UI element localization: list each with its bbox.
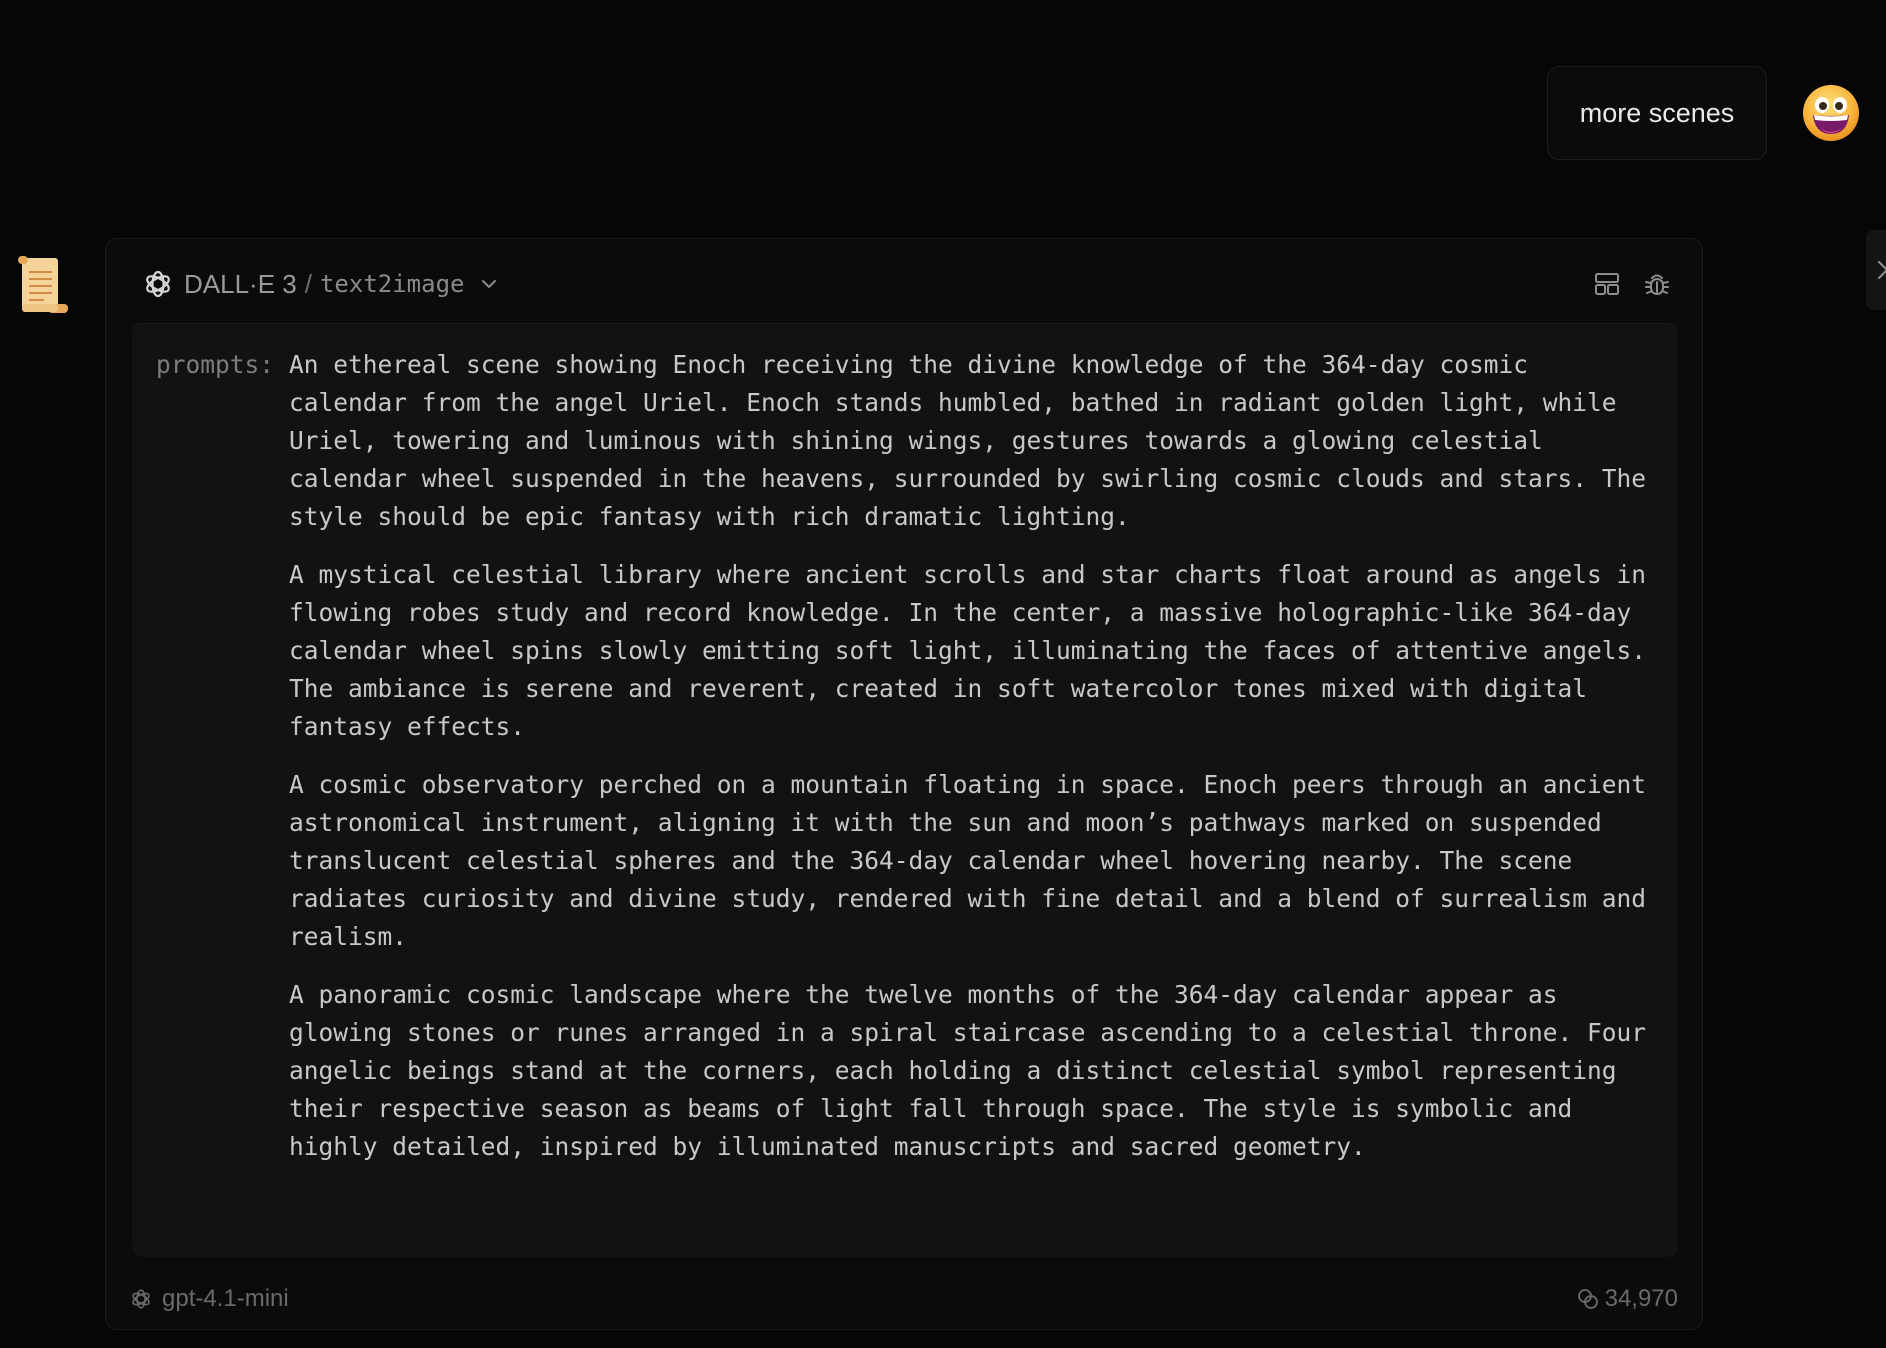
tool-call-header[interactable]: DALL·E 3 / text2image xyxy=(142,261,1672,307)
user-message-bubble: more scenes xyxy=(1547,66,1767,160)
message-footer: gpt-4.1-mini 34,970 xyxy=(130,1279,1678,1319)
prompt-item: A cosmic observatory perched on a mounta… xyxy=(289,770,1647,951)
prompt-item: A mystical celestial library where ancie… xyxy=(289,560,1647,741)
scroll-emoji-icon xyxy=(12,254,70,316)
side-panel-toggle[interactable] xyxy=(1866,230,1886,310)
layout-icon[interactable] xyxy=(1592,269,1622,299)
argument-values: An ethereal scene showing Enoch receivin… xyxy=(289,346,1654,1257)
token-coins-icon xyxy=(1577,1287,1601,1311)
prompt-item: A panoramic cosmic landscape where the t… xyxy=(289,980,1647,1161)
openai-icon xyxy=(142,268,174,300)
prompt-item: An ethereal scene showing Enoch receivin… xyxy=(289,350,1647,531)
tool-call-card: DALL·E 3 / text2image prompts: An ethere… xyxy=(105,238,1703,1330)
openai-icon xyxy=(130,1287,154,1311)
tool-call-actions xyxy=(1592,269,1672,299)
tool-title-separator: / xyxy=(304,268,312,299)
debug-bug-icon[interactable] xyxy=(1642,269,1672,299)
token-count: 34,970 xyxy=(1604,1285,1678,1312)
chevron-down-icon[interactable] xyxy=(478,273,500,295)
grinning-face-emoji-icon[interactable] xyxy=(1802,84,1860,142)
argument-key: prompts: xyxy=(156,350,275,379)
chat-page: more scenes DALL·E 3 / text2image prompt… xyxy=(0,0,1886,1348)
user-message-text: more scenes xyxy=(1579,97,1735,128)
tool-arguments: prompts: An ethereal scene showing Enoch… xyxy=(132,323,1678,1257)
token-usage[interactable]: 34,970 xyxy=(1577,1285,1678,1313)
tool-title: DALL·E 3 xyxy=(184,268,297,299)
model-name: gpt-4.1-mini xyxy=(162,1285,289,1312)
tool-api-name: text2image xyxy=(319,270,465,298)
chevron-right-icon xyxy=(1877,260,1886,280)
